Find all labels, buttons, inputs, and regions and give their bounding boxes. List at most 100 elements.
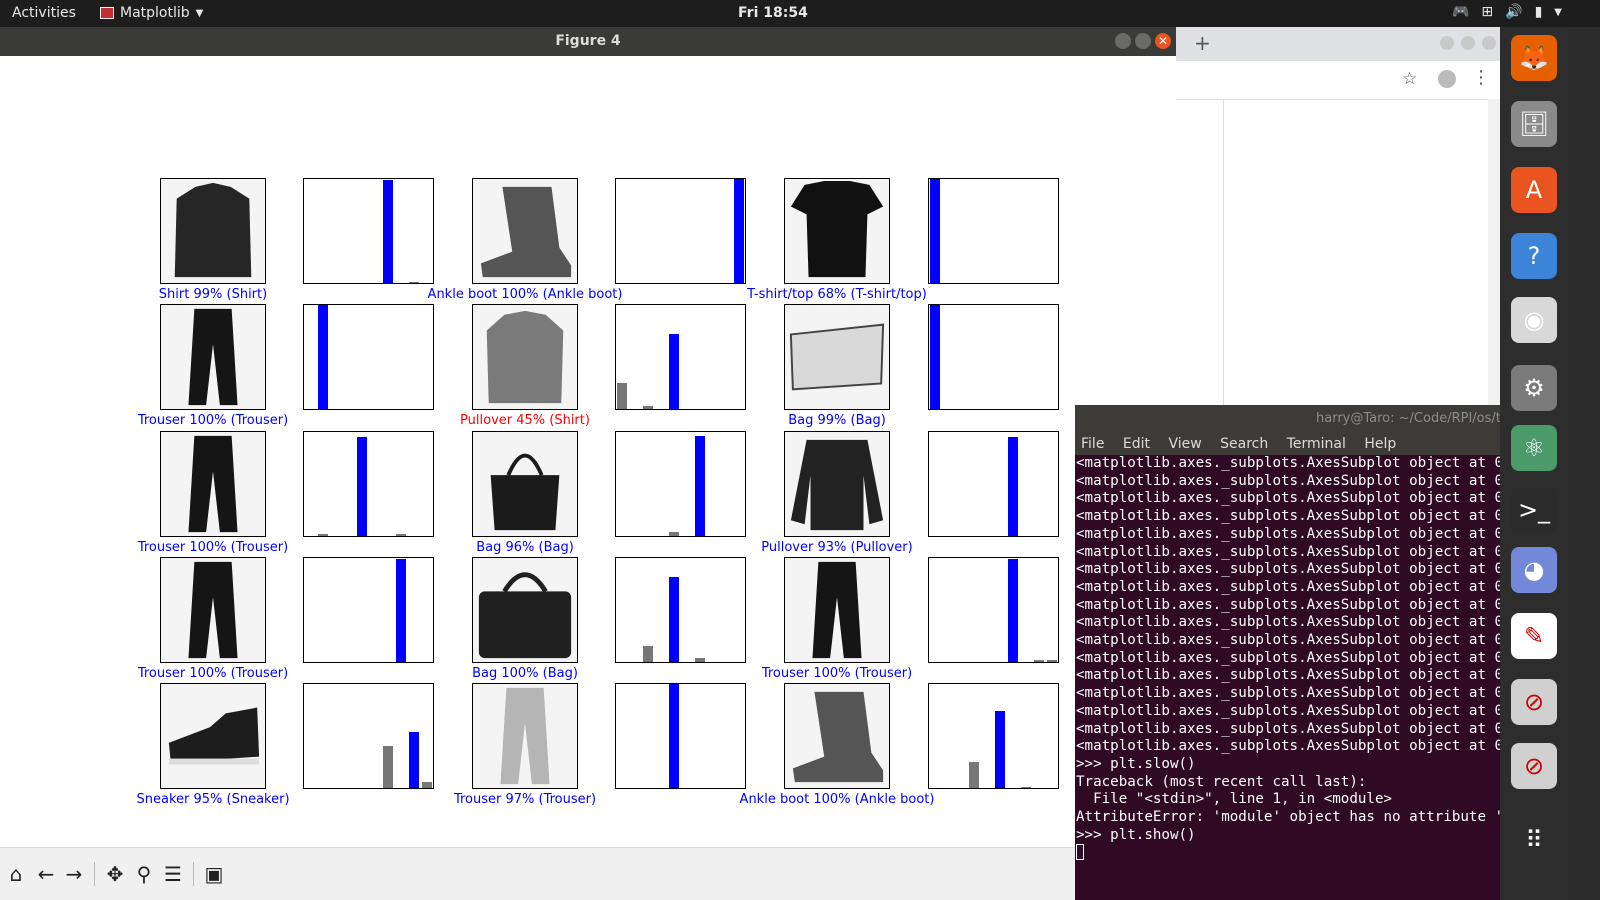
probability-bar [930, 179, 941, 283]
forward-arrow-icon[interactable]: → [62, 860, 86, 888]
terminal-line: <matplotlib.axes._subplots.AxesSubplot o… [1076, 578, 1500, 595]
files-icon[interactable]: 🗄 [1511, 101, 1557, 147]
clothing-bag-white-image [789, 323, 885, 391]
terminal-line: <matplotlib.axes._subplots.AxesSubplot o… [1076, 508, 1500, 525]
discord-tray-icon[interactable]: 🎮 [1452, 4, 1469, 22]
terminal-line: <matplotlib.axes._subplots.AxesSubplot o… [1076, 561, 1500, 578]
discord-icon[interactable]: ◕ [1511, 547, 1557, 593]
panel-image [160, 304, 266, 410]
new-tab-icon[interactable]: + [1194, 31, 1211, 55]
clock[interactable]: Fri 18:54 [738, 5, 808, 21]
figure-canvas: Shirt 99% (Shirt) Ankle boot 100% (Ankle … [0, 56, 1176, 848]
inkscape-icon[interactable]: ✎ [1511, 613, 1557, 659]
probability-bar [1033, 659, 1044, 662]
configure-subplots-icon[interactable]: ☰ [161, 860, 185, 888]
minimize-button[interactable] [1115, 33, 1131, 49]
menu-edit[interactable]: Edit [1123, 436, 1150, 452]
home-icon[interactable]: ⌂ [4, 860, 28, 888]
panel-caption: Ankle boot 100% (Ankle boot) [427, 287, 623, 302]
panel-probability-chart [615, 304, 746, 410]
menu-view[interactable]: View [1168, 436, 1201, 452]
panel-caption: Trouser 97% (Trouser) [453, 792, 597, 807]
menu-file[interactable]: File [1081, 436, 1104, 452]
network-icon[interactable]: ⊞ [1481, 4, 1493, 22]
software-center-icon[interactable]: A [1511, 167, 1557, 213]
more-menu-icon[interactable]: ⋮ [1472, 67, 1490, 88]
panel-caption: Shirt 99% (Shirt) [158, 287, 268, 302]
help-icon[interactable]: ? [1511, 233, 1557, 279]
firefox-icon[interactable]: 🦊 [1511, 35, 1557, 81]
back-arrow-icon[interactable]: ← [34, 860, 58, 888]
terminal-line: <matplotlib.axes._subplots.AxesSubplot o… [1076, 455, 1500, 471]
terminal-line: AttributeError: 'module' object has no a… [1076, 809, 1500, 826]
panel-probability-chart [615, 178, 746, 284]
probability-bar [318, 533, 329, 536]
menu-help[interactable]: Help [1364, 436, 1396, 452]
panel-caption: Bag 100% (Bag) [472, 666, 578, 681]
panel-image [472, 557, 578, 663]
panel-caption: Pullover 45% (Shirt) [460, 413, 590, 428]
star-icon[interactable]: ☆ [1402, 69, 1417, 89]
pan-icon[interactable]: ✥ [103, 860, 127, 888]
probability-bar [643, 646, 654, 662]
close-icon[interactable] [1482, 36, 1496, 50]
panel-image [784, 557, 890, 663]
atom-icon[interactable]: ⚛ [1511, 425, 1557, 471]
save-icon[interactable]: ▣ [202, 860, 226, 888]
chevron-down-icon[interactable]: ▼ [1554, 4, 1562, 22]
terminal-line: <matplotlib.axes._subplots.AxesSubplot o… [1076, 490, 1500, 507]
terminal-line: <matplotlib.axes._subplots.AxesSubplot o… [1076, 632, 1500, 649]
terminal-line: <matplotlib.axes._subplots.AxesSubplot o… [1076, 685, 1500, 702]
panel-image [160, 431, 266, 537]
system-top-bar: Activities Matplotlib ▼ Fri 18:54 🎮 ⊞ 🔊 … [0, 0, 1600, 27]
panel-caption: Bag 96% (Bag) [476, 540, 574, 555]
terminal-icon[interactable]: >_ [1511, 487, 1557, 533]
maximize-button[interactable] [1135, 33, 1151, 49]
clothing-shirt-gray-image [486, 310, 564, 404]
menu-search[interactable]: Search [1220, 436, 1268, 452]
blocked-app-icon[interactable]: ⊘ [1511, 743, 1557, 789]
clothing-tshirt-image [790, 180, 884, 278]
probability-bar [408, 731, 419, 788]
menu-terminal[interactable]: Terminal [1287, 436, 1346, 452]
panel-probability-chart [615, 557, 746, 663]
panel-probability-chart [928, 557, 1059, 663]
volume-icon[interactable]: 🔊 [1505, 4, 1522, 22]
settings-icon[interactable]: ⚙ [1511, 365, 1557, 411]
browser-tabstrip: + [1176, 27, 1516, 61]
close-button[interactable]: ✕ [1155, 33, 1171, 49]
system-tray[interactable]: 🎮 ⊞ 🔊 ▮ ▼ [1452, 4, 1562, 22]
terminal-output[interactable]: <matplotlib.axes._subplots.AxesSubplot o… [1075, 455, 1500, 862]
clothing-trouser-image [812, 561, 862, 659]
terminal-line: <matplotlib.axes._subplots.AxesSubplot o… [1076, 649, 1500, 666]
app-menu[interactable]: Matplotlib ▼ [100, 5, 203, 21]
blocked-app-icon[interactable]: ⊘ [1511, 679, 1557, 725]
probability-bar [669, 531, 680, 536]
panel-probability-chart [928, 304, 1059, 410]
activities-button[interactable]: Activities [12, 5, 76, 21]
panel-caption: Trouser 100% (Trouser) [137, 413, 289, 428]
scrollbar[interactable] [1488, 99, 1500, 419]
terminal-line: File "<stdin>", line 1, in <module> [1076, 791, 1393, 808]
terminal-window[interactable]: harry@Taro: ~/Code/RPI/os/tens File Edit… [1075, 405, 1500, 900]
panel-image [784, 683, 890, 789]
panel-caption: T-shirt/top 68% (T-shirt/top) [747, 287, 927, 302]
probability-bar [669, 684, 680, 788]
terminal-line: <matplotlib.axes._subplots.AxesSubplot o… [1076, 614, 1500, 631]
chrome-icon[interactable]: ◉ [1511, 297, 1557, 343]
terminal-line: >>> plt.slow() [1076, 755, 1196, 772]
account-avatar[interactable] [1438, 70, 1456, 88]
zoom-icon[interactable]: ⚲ [132, 860, 156, 888]
maximize-icon[interactable] [1461, 36, 1475, 50]
terminal-line: >>> plt.show() [1076, 826, 1196, 843]
probability-bar [382, 180, 393, 283]
browser-window: + ☆ ⋮ [1176, 27, 1516, 419]
show-apps-icon[interactable]: ⠿ [1511, 817, 1557, 863]
panel-probability-chart [615, 683, 746, 789]
probability-bar [930, 305, 941, 409]
battery-icon[interactable]: ▮ [1535, 4, 1543, 22]
terminal-line: Traceback (most recent call last): [1076, 773, 1367, 790]
navigation-toolbar: ⌂ ← → ✥ ⚲ ☰ ▣ [0, 847, 1176, 900]
panel-probability-chart [303, 431, 434, 537]
minimize-icon[interactable] [1440, 36, 1454, 50]
